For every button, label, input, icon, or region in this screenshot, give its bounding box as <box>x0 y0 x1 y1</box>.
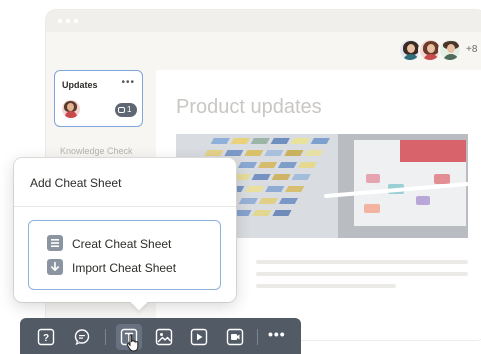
placeholder-line <box>256 284 396 288</box>
screen: +8 Updates ••• 1 Knowledge Check Product… <box>0 0 481 354</box>
avatar-overflow-count[interactable]: +8 <box>466 44 477 55</box>
import-cheat-sheet-label: Import Cheat Sheet <box>72 261 177 275</box>
create-cheat-sheet-label: Creat Cheat Sheet <box>72 237 172 251</box>
placeholder-line <box>256 272 468 276</box>
add-cheat-sheet-popup: Add Cheat Sheet Creat Cheat Sheet Import… <box>14 158 236 311</box>
placeholder-line <box>256 260 468 264</box>
more-options-icon[interactable]: ••• <box>268 326 286 342</box>
hand-cursor-icon <box>126 334 140 352</box>
video-icon[interactable] <box>190 328 208 346</box>
popup-title: Add Cheat Sheet <box>30 176 122 190</box>
window-dot <box>58 19 62 23</box>
avatar[interactable] <box>438 38 462 62</box>
toolbar-separator <box>257 329 258 345</box>
record-icon[interactable] <box>226 328 244 346</box>
window-dot <box>66 19 70 23</box>
svg-text:?: ? <box>43 333 49 344</box>
question-icon[interactable]: ? <box>37 328 55 346</box>
list-icon <box>47 235 63 251</box>
comment-count-badge[interactable]: 1 <box>115 103 137 117</box>
updates-card-title: Updates <box>62 80 98 90</box>
comment-icon[interactable] <box>73 328 91 346</box>
updates-card[interactable]: Updates ••• 1 <box>54 70 143 127</box>
toolbar-separator <box>105 329 106 345</box>
more-options-icon[interactable]: ••• <box>121 77 135 88</box>
download-icon <box>47 259 63 275</box>
title-bar <box>46 10 481 32</box>
comment-count: 1 <box>127 105 132 114</box>
window-dot <box>74 19 78 23</box>
page-title: Product updates <box>176 96 322 118</box>
divider <box>14 206 236 207</box>
image-icon[interactable] <box>155 328 173 346</box>
sidebar-item-knowledge-check[interactable]: Knowledge Check <box>60 146 133 156</box>
avatar <box>62 100 80 118</box>
cheat-sheet-options: Creat Cheat Sheet Import Cheat Sheet <box>28 220 221 290</box>
bottom-toolbar: ? ••• <box>20 318 301 354</box>
comment-icon <box>118 107 125 113</box>
